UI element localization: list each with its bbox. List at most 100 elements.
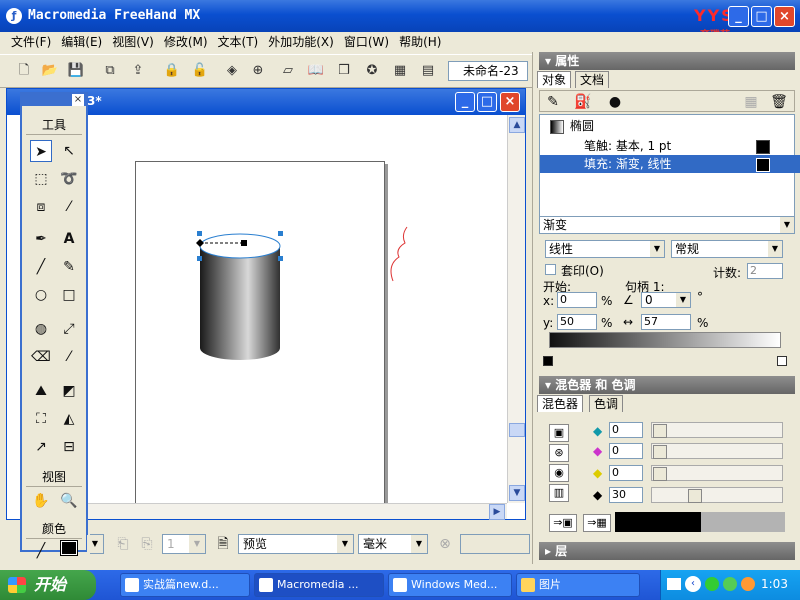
gradient-ramp[interactable] — [549, 332, 781, 348]
document-page[interactable] — [135, 161, 385, 515]
page-add-icon[interactable]: 🗎 — [212, 533, 234, 555]
fill-swatch[interactable] — [756, 158, 770, 172]
list-item[interactable]: 椭圆 — [540, 117, 800, 135]
cyan-field[interactable]: 0 — [609, 422, 643, 438]
align-icon[interactable]: ▱ — [278, 61, 298, 81]
overprint-checkbox[interactable] — [545, 264, 556, 275]
tab-document[interactable]: 文档 — [575, 71, 610, 88]
ellipse-tool-icon[interactable]: ○ — [30, 284, 52, 306]
scroll-thumb[interactable] — [509, 423, 525, 437]
gradient-end-color-stop[interactable] — [777, 356, 787, 366]
fill-type-select[interactable]: 渐变 ▼ — [539, 216, 795, 234]
pen-tool-icon[interactable]: ✒ — [30, 228, 52, 250]
list-item[interactable]: 填充: 渐变, 线性 — [540, 155, 800, 173]
next-page-icon[interactable]: ⎘ — [136, 533, 158, 555]
menu-edit[interactable]: 编辑(E) — [56, 32, 107, 52]
fill-color-icon[interactable] — [58, 540, 80, 562]
connector-tool-icon[interactable]: ↗ — [30, 436, 52, 458]
hls-mode-icon[interactable]: ◉ — [549, 464, 569, 482]
cylinder-drawing[interactable] — [136, 162, 386, 516]
swatches-icon[interactable]: ▦ — [390, 61, 410, 81]
save-icon[interactable]: 💾 — [66, 61, 86, 81]
magenta-slider[interactable] — [651, 443, 783, 459]
tools-panel-header[interactable]: × — [22, 94, 86, 106]
task-item[interactable]: 实战篇new.d... — [120, 573, 250, 597]
duplicate-icon[interactable]: ▦ — [740, 91, 762, 113]
menu-xtras[interactable]: 外加功能(X) — [263, 32, 339, 52]
rgb-mode-icon[interactable]: ⊛ — [549, 444, 569, 462]
magenta-field[interactable]: 0 — [609, 443, 643, 459]
maximize-button[interactable]: □ — [751, 6, 772, 27]
fill-tool-icon[interactable]: ◍ — [30, 318, 52, 340]
count-field[interactable]: 2 — [747, 263, 783, 279]
zoom-tool-icon[interactable]: 🔍 — [58, 490, 80, 512]
knife-tool-icon[interactable]: ⤢ — [58, 318, 80, 340]
open-icon[interactable]: 📂 — [40, 61, 60, 81]
layers-panel-header[interactable]: ▸ 层 — [539, 542, 795, 560]
start-button[interactable]: 开始 — [0, 570, 96, 600]
distance-field[interactable]: 57 — [641, 314, 691, 330]
lasso-tool-icon[interactable]: ➰ — [58, 168, 80, 190]
lock-icon[interactable]: 🔒 — [162, 61, 182, 81]
new-icon[interactable]: 🗋 — [14, 61, 34, 81]
gradient-type-select[interactable]: 线性 ▼ — [545, 240, 665, 258]
mixer-panel-header[interactable]: ▾ 混色器 和 色调 — [539, 376, 795, 394]
line-tool-icon[interactable]: ╱ — [30, 256, 52, 278]
menu-modify[interactable]: 修改(M) — [159, 32, 213, 52]
cyan-slider[interactable] — [651, 422, 783, 438]
gradient-tool-icon[interactable]: ◭ — [58, 408, 80, 430]
library-icon[interactable]: ▤ — [418, 61, 438, 81]
add-stroke-icon[interactable]: ✎ — [542, 91, 564, 113]
menu-file[interactable]: 文件(F) — [6, 32, 56, 52]
menu-text[interactable]: 文本(T) — [213, 32, 264, 52]
layers-icon[interactable]: ❒ — [334, 61, 354, 81]
export-icon[interactable]: ⇪ — [128, 61, 148, 81]
pencil-tool-icon[interactable]: ✎ — [58, 256, 80, 278]
blend-tool-icon[interactable]: ⛰ — [30, 380, 52, 402]
group-icon[interactable]: ◈ — [222, 61, 242, 81]
app-icon[interactable]: ƒ — [6, 8, 22, 24]
page-number-field[interactable]: 1 ▼ — [162, 534, 206, 554]
network-icon[interactable] — [705, 577, 719, 591]
menu-view[interactable]: 视图(V) — [107, 32, 159, 52]
unlock-icon[interactable]: 🔓 — [190, 61, 210, 81]
text-icon[interactable]: 📖 — [306, 61, 326, 81]
delete-icon[interactable]: 🗑 — [768, 91, 790, 113]
gradient-start-color-stop[interactable] — [543, 356, 553, 366]
qq-icon[interactable] — [741, 577, 755, 591]
stroke-swatch[interactable] — [756, 140, 770, 154]
y-field[interactable]: 50 — [557, 314, 597, 330]
horizontal-scrollbar[interactable]: ▶ — [87, 503, 507, 520]
extrude-tool-icon[interactable]: ◩ — [58, 380, 80, 402]
menu-window[interactable]: 窗口(W) — [339, 32, 394, 52]
tab-tints[interactable]: 色调 — [589, 395, 624, 412]
units-select[interactable]: 毫米 ▼ — [358, 534, 428, 554]
add-fill-icon[interactable]: ⛽ — [572, 91, 594, 113]
add-effect-icon[interactable]: ● — [604, 91, 626, 113]
vertical-scrollbar[interactable]: ▲ ▼ — [507, 115, 525, 503]
task-item[interactable]: Windows Med... — [388, 573, 512, 597]
eyedropper-tool-icon[interactable]: ⁄ — [58, 196, 80, 218]
keyboard-icon[interactable] — [667, 578, 681, 590]
styles-icon[interactable]: ✪ — [362, 61, 382, 81]
x-field[interactable]: 0 — [557, 292, 597, 308]
add-to-swatches-alt-icon[interactable]: ⇒▦ — [583, 514, 611, 532]
doc-maximize-button[interactable]: □ — [477, 92, 497, 112]
import-icon[interactable]: ⧉ — [100, 61, 120, 81]
first-page-icon[interactable]: ⎗ — [112, 533, 134, 555]
system-color-icon[interactable]: ▥ — [549, 484, 569, 502]
task-item[interactable]: Macromedia ... — [254, 573, 384, 597]
task-item[interactable]: 图片 — [516, 573, 640, 597]
add-to-swatches-icon[interactable]: ⇒▣ — [549, 514, 577, 532]
ungroup-icon[interactable]: ⊕ — [248, 61, 268, 81]
properties-panel-header[interactable]: ▾ 属性 — [539, 52, 795, 70]
chart-tool-icon[interactable]: ⊟ — [58, 436, 80, 458]
tab-object[interactable]: 对象 — [537, 71, 572, 88]
eraser-tool-icon[interactable]: ⌫ — [30, 346, 52, 368]
close-icon[interactable]: × — [72, 94, 84, 106]
menu-help[interactable]: 帮助(H) — [394, 32, 446, 52]
messenger-icon[interactable] — [723, 577, 737, 591]
chevron-left-icon[interactable]: ‹ — [685, 576, 701, 592]
stroke-color-icon[interactable]: ╱ — [30, 540, 52, 562]
doc-minimize-button[interactable]: _ — [455, 92, 475, 112]
